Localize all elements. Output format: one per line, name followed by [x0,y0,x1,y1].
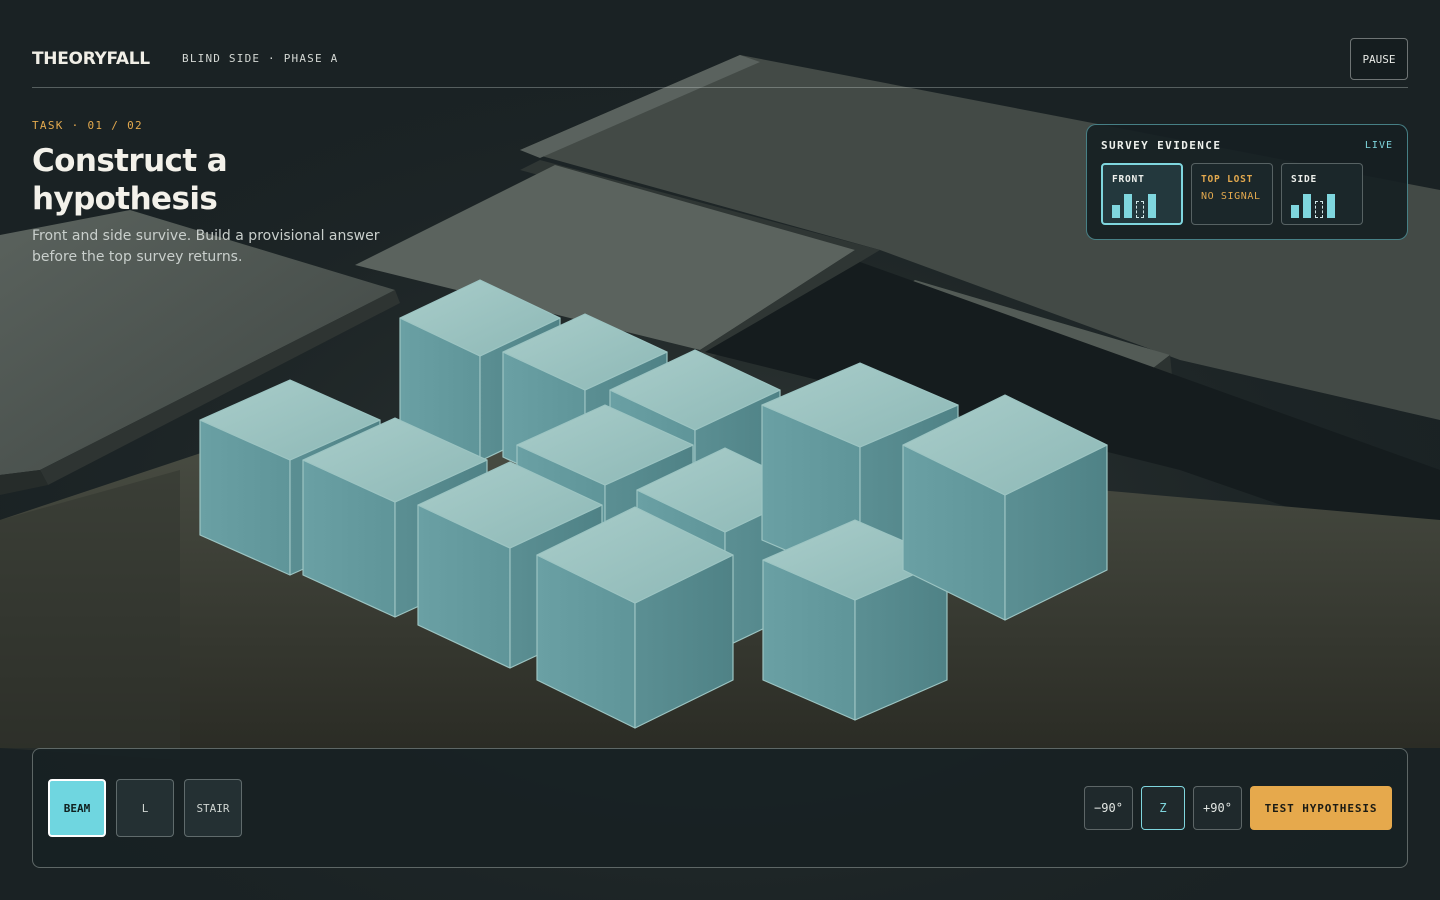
piece-beam-button[interactable]: BEAM [48,779,106,837]
survey-card-label: TOP LOST [1201,174,1254,185]
survey-card-side[interactable]: SIDE [1281,163,1363,225]
pause-button[interactable]: PAUSE [1350,38,1408,80]
survey-evidence-panel: SURVEY EVIDENCE LIVE FRONT TOP LOST NO S… [1086,124,1408,240]
survey-card-label: SIDE [1291,174,1318,185]
rotate-cw-button[interactable]: +90° [1193,786,1242,830]
live-badge: LIVE [1364,140,1393,151]
task-description: Front and side survive. Build a provisio… [32,228,380,265]
rotate-ccw-button[interactable]: −90° [1084,786,1133,830]
test-hypothesis-button[interactable]: TEST HYPOTHESIS [1250,786,1392,830]
cube-block[interactable] [536,506,734,729]
front-projection-icon [1112,190,1156,218]
task-counter: TASK · 01 / 02 [32,119,143,132]
axis-toggle-button[interactable]: Z [1141,786,1185,830]
build-controls: BEAM L STAIR −90° Z +90° TEST HYPOTHESIS [32,748,1408,868]
survey-card-status: NO SIGNAL [1201,191,1261,202]
survey-card-top[interactable]: TOP LOST NO SIGNAL [1191,163,1273,225]
top-bar: THEORYFALL BLIND SIDE · PHASE A PAUSE [32,38,1408,88]
phase-indicator: BLIND SIDE · PHASE A [182,52,339,65]
task-title: Construct a hypothesis [32,143,228,217]
piece-l-button[interactable]: L [116,779,174,837]
side-projection-icon [1291,190,1335,218]
survey-title: SURVEY EVIDENCE [1101,139,1222,152]
piece-stair-button[interactable]: STAIR [184,779,242,837]
survey-card-label: FRONT [1112,174,1145,185]
game-logo: THEORYFALL [32,49,150,69]
survey-card-front[interactable]: FRONT [1101,163,1183,225]
